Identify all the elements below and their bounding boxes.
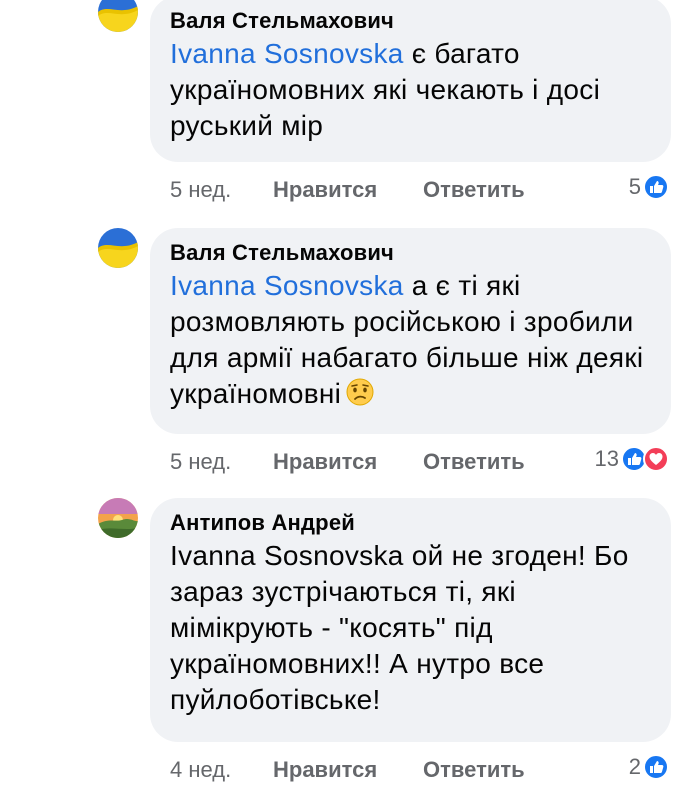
worried-face-icon	[346, 378, 374, 406]
comment-text: Ivanna Sosnovska ой не згоден! Бо зараз …	[170, 538, 649, 718]
like-icon	[643, 174, 669, 200]
comment-text: Ivanna Sosnovska є багато україномовних …	[170, 36, 649, 144]
comment-timestamp[interactable]: 5 нед.	[170, 447, 231, 477]
reaction-summary[interactable]: 5	[629, 172, 669, 202]
like-button[interactable]: Нравится	[273, 755, 377, 785]
reply-button[interactable]: Ответить	[423, 755, 525, 785]
comment-text: Ivanna Sosnovska а є ті які розмовляють …	[170, 268, 649, 412]
comment-bubble: Антипов Андрей Ivanna Sosnovska ой не зг…	[150, 498, 671, 742]
comment-author[interactable]: Валя Стельмахович	[170, 238, 649, 268]
comment-bubble: Валя Стельмахович Ivanna Sosnovska а є т…	[150, 228, 671, 434]
mention-link[interactable]: Ivanna Sosnovska	[170, 38, 404, 69]
reply-button[interactable]: Ответить	[423, 447, 525, 477]
comment-bubble: Валя Стельмахович Ivanna Sosnovska є баг…	[150, 0, 671, 162]
mention-link[interactable]: Ivanna Sosnovska	[170, 270, 404, 301]
avatar[interactable]	[98, 0, 138, 32]
ukraine-flag-avatar-icon	[98, 228, 138, 268]
like-button[interactable]: Нравится	[273, 175, 377, 205]
like-button[interactable]: Нравится	[273, 447, 377, 477]
reaction-summary[interactable]: 2	[629, 752, 669, 782]
reply-button[interactable]: Ответить	[423, 175, 525, 205]
reaction-count: 13	[594, 446, 619, 471]
comment-timestamp[interactable]: 4 нед.	[170, 755, 231, 785]
reaction-count: 5	[628, 174, 641, 199]
love-icon	[643, 446, 669, 472]
ukraine-flag-avatar-icon	[98, 0, 138, 32]
reaction-count: 2	[628, 754, 641, 779]
like-icon	[643, 754, 669, 780]
comment-author[interactable]: Валя Стельмахович	[170, 6, 649, 36]
mention-text: Ivanna Sosnovska	[170, 540, 404, 571]
comment-author[interactable]: Антипов Андрей	[170, 508, 649, 538]
sunset-landscape-avatar-icon	[98, 498, 138, 538]
avatar[interactable]	[98, 498, 138, 538]
reaction-summary[interactable]: 13	[595, 444, 669, 474]
avatar[interactable]	[98, 228, 138, 268]
comment-timestamp[interactable]: 5 нед.	[170, 175, 231, 205]
